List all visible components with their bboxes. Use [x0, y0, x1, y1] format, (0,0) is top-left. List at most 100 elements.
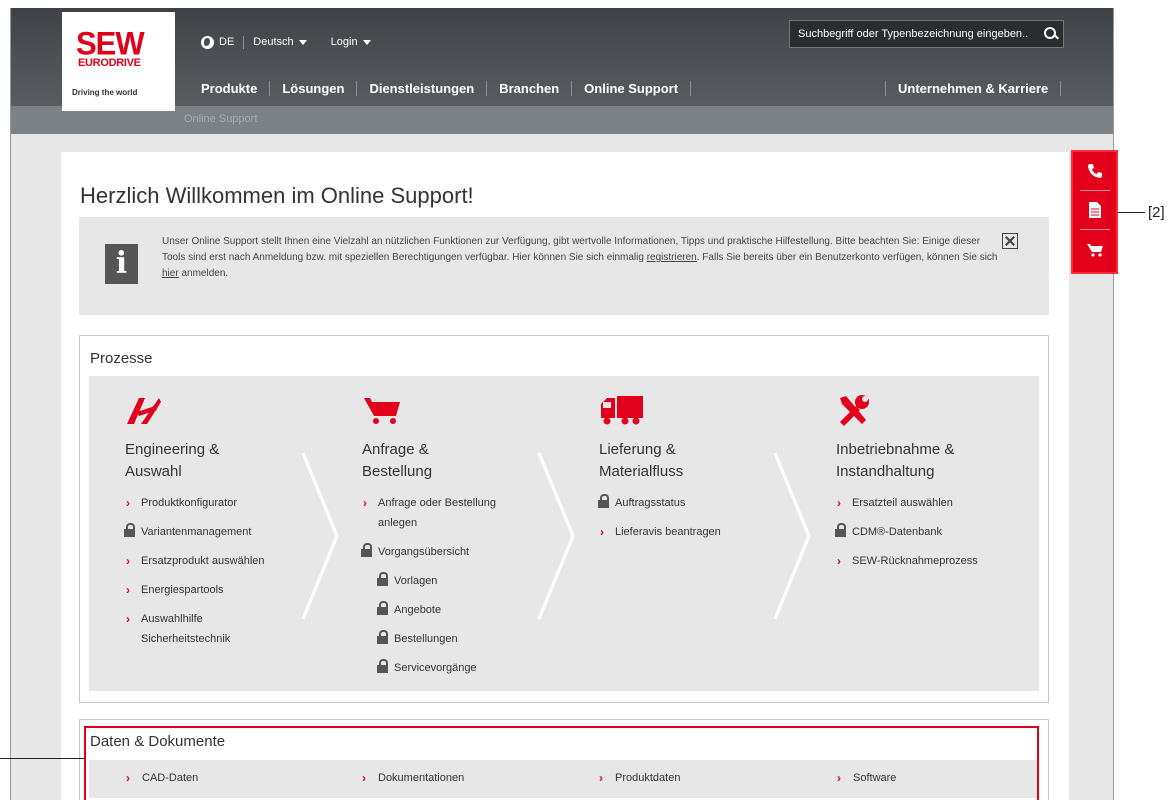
list-item[interactable]: Bestellungen: [377, 629, 562, 649]
link-produktdaten[interactable]: › Produktdaten: [599, 771, 680, 785]
process-title: Engineering & Auswahl: [125, 441, 220, 480]
search-icon[interactable]: [1041, 23, 1063, 45]
list-item[interactable]: Angebote: [377, 600, 562, 620]
browser-frame: DE Deutsch Login Produkte Lösungen Diens…: [10, 8, 1114, 800]
link-cad-daten[interactable]: › CAD-Daten: [126, 771, 198, 785]
divider: [1060, 81, 1062, 96]
list-item[interactable]: › Energiespartools: [125, 580, 325, 600]
divider: [243, 35, 245, 49]
list-item[interactable]: › Lieferavis beantragen: [599, 522, 799, 542]
list-item[interactable]: › Anfrage oder Bestellung anlegen: [362, 493, 522, 533]
language-select[interactable]: Deutsch: [253, 36, 307, 48]
info-text: Unser Online Support stellt Ihnen eine V…: [162, 234, 1002, 282]
globe-icon[interactable]: [201, 35, 214, 49]
chevron-right-icon: ›: [599, 771, 603, 785]
main-content: Herzlich Willkommen im Online Support! i…: [61, 152, 1069, 800]
chevron-right-icon: ›: [837, 771, 841, 785]
search-box: [789, 20, 1064, 48]
callout-label: [2]: [1148, 204, 1165, 221]
processes-area: Engineering & Auswahl › Produktkonfigurato…: [89, 376, 1039, 691]
process-list: › Anfrage oder Bestellung anlegen Vorgang…: [361, 493, 562, 678]
login-menu[interactable]: Login: [331, 36, 371, 48]
engineering-icon: [127, 398, 161, 424]
logo-wordmark: SEW: [76, 25, 145, 62]
breadcrumb-item[interactable]: Online Support: [184, 113, 257, 125]
secondary-navigation: Unternehmen & Karriere: [873, 81, 1073, 96]
list-item[interactable]: › Ersatzprodukt auswählen: [125, 551, 325, 571]
cart-button[interactable]: [1080, 230, 1110, 269]
divider: [269, 81, 271, 96]
divider: [356, 81, 358, 96]
process-list: › Ersatzteil auswählen CDM®-Datenbank › SE…: [835, 493, 1036, 571]
divider: [690, 81, 692, 96]
list-item[interactable]: Auftragsstatus: [598, 493, 799, 513]
list-item[interactable]: Variantenmanagement: [124, 522, 325, 542]
nav-item-loesungen[interactable]: Lösungen: [282, 81, 344, 96]
lock-icon: [377, 572, 388, 586]
nav-item-online-support[interactable]: Online Support: [584, 81, 678, 96]
tools-icon: [840, 395, 869, 426]
divider: [885, 81, 886, 96]
language-code[interactable]: DE: [219, 36, 234, 48]
chevron-right-icon: ›: [126, 583, 130, 597]
process-column-engineering: Engineering & Auswahl › Produktkonfigurato…: [124, 394, 325, 658]
top-utility-bar: DE Deutsch Login: [201, 34, 371, 50]
list-item[interactable]: › Produktkonfigurator: [125, 493, 325, 513]
process-column-delivery: Lieferung & Materialfluss Auftragsstatus …: [598, 394, 799, 551]
phone-button[interactable]: [1079, 152, 1110, 191]
process-title: Inbetriebnahme & Instandhaltung: [836, 441, 955, 480]
chevron-divider: [301, 452, 339, 620]
logo-subline: EURODRIVE: [78, 57, 141, 69]
info-banner: i Unser Online Support stellt Ihnen eine…: [79, 217, 1049, 315]
list-item[interactable]: › Auswahlhilfe Sicherheitstechnik: [125, 609, 265, 649]
lock-icon: [124, 523, 135, 537]
search-input[interactable]: [790, 28, 1041, 40]
logo-tagline: Driving the world: [72, 88, 138, 97]
list-item[interactable]: › Ersatzteil auswählen: [836, 493, 1036, 513]
language-label[interactable]: Deutsch: [253, 36, 293, 48]
list-item[interactable]: Servicevorgänge: [377, 658, 562, 678]
nav-item-branchen[interactable]: Branchen: [499, 81, 559, 96]
page-title: Herzlich Willkommen im Online Support!: [80, 183, 474, 208]
list-item[interactable]: CDM®-Datenbank: [835, 522, 1036, 542]
nav-item-unternehmen-karriere[interactable]: Unternehmen & Karriere: [898, 81, 1048, 96]
close-icon[interactable]: [1002, 233, 1018, 249]
truck-icon: [601, 396, 643, 425]
chevron-right-icon: ›: [600, 525, 604, 539]
processes-section: Prozesse Engineering & Auswahl › Produktko…: [79, 335, 1049, 703]
list-item[interactable]: Vorgangsübersicht: [361, 542, 562, 562]
chevron-down-icon: [298, 39, 307, 45]
register-link[interactable]: registrieren: [647, 252, 697, 263]
lock-icon: [361, 543, 372, 557]
list-item[interactable]: Vorlagen: [377, 571, 562, 591]
sew-logo[interactable]: SEW EURODRIVE Driving the world: [62, 12, 175, 111]
chevron-right-icon: ›: [837, 554, 841, 568]
nav-item-dienstleistungen[interactable]: Dienstleistungen: [369, 81, 474, 96]
lock-icon: [598, 494, 609, 508]
documents-links: › CAD-Daten › Dokumentationen › Produktdate…: [89, 760, 1039, 798]
cart-icon: [1086, 243, 1103, 257]
document-button[interactable]: [1079, 191, 1110, 230]
login-here-link[interactable]: hier: [162, 268, 179, 279]
breadcrumb: Online Support: [11, 106, 1113, 134]
list-item[interactable]: › SEW-Rücknahmeprozess: [836, 551, 1036, 571]
chevron-divider: [537, 452, 575, 620]
link-software[interactable]: › Software: [837, 771, 896, 785]
lock-icon: [377, 601, 388, 615]
processes-heading: Prozesse: [90, 350, 153, 367]
nav-item-produkte[interactable]: Produkte: [201, 81, 257, 96]
document-icon: [1088, 202, 1101, 218]
process-column-order: Anfrage & Bestellung › Anfrage oder Bestel…: [361, 394, 562, 687]
process-list: Auftragsstatus › Lieferavis beantragen: [598, 493, 799, 542]
process-list: › Produktkonfigurator Variantenmanagement…: [124, 493, 325, 649]
lock-icon: [377, 630, 388, 644]
info-text-part: . Falls Sie bereits über ein Benutzerkon…: [696, 252, 998, 263]
chevron-right-icon: ›: [126, 612, 130, 626]
login-label[interactable]: Login: [331, 36, 358, 48]
chevron-right-icon: ›: [363, 496, 367, 510]
callout-line: [1118, 212, 1145, 213]
link-dokumentationen[interactable]: › Dokumentationen: [362, 771, 464, 785]
side-toolbar: [1071, 150, 1118, 274]
cart-icon: [364, 398, 400, 424]
process-column-maintenance: Inbetriebnahme & Instandhaltung › Ersatzte…: [835, 394, 1036, 580]
